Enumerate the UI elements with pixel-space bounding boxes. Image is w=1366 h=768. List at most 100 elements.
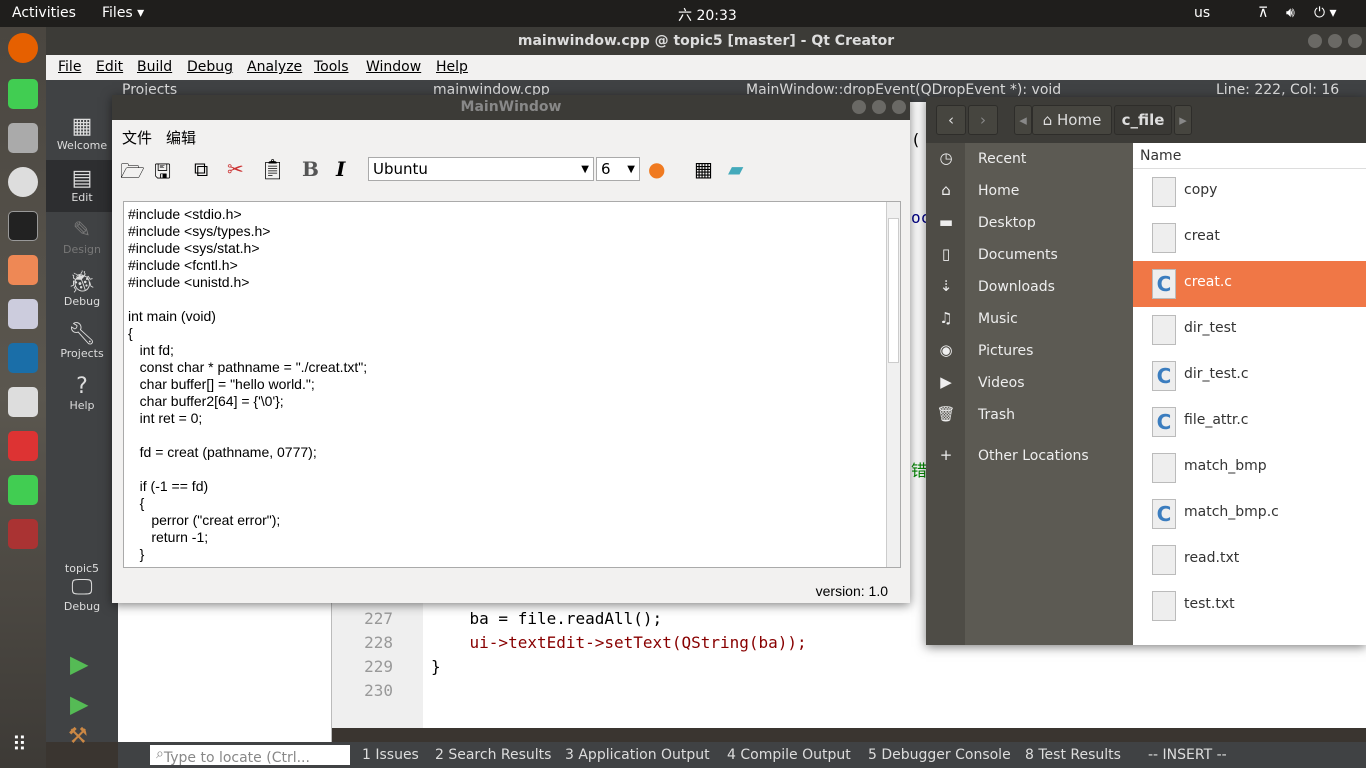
file-item[interactable]: match_bmp — [1133, 445, 1366, 491]
qt-icon[interactable] — [8, 475, 38, 505]
back-button[interactable]: ‹ — [936, 105, 966, 135]
app-icon[interactable] — [8, 387, 38, 417]
maximize-button[interactable] — [872, 100, 886, 114]
file-item[interactable]: Cfile_attr.c — [1133, 399, 1366, 445]
cut-icon[interactable]: ✂ — [227, 157, 244, 181]
minimize-button[interactable] — [1308, 34, 1322, 48]
save-icon[interactable]: 🖫 — [154, 157, 171, 191]
maximize-button[interactable] — [1328, 34, 1342, 48]
sidebar-item-trash[interactable]: 🗑︎ Trash — [926, 401, 1133, 431]
bold-icon[interactable]: B — [302, 157, 319, 181]
app-icon[interactable] — [8, 343, 38, 373]
power-icon[interactable]: ⏻ ▾ — [1314, 5, 1337, 21]
activities-button[interactable]: Activities — [12, 5, 76, 21]
table-icon[interactable]: ▦ — [694, 157, 713, 181]
sidebar-item-desktop[interactable]: ▬ Desktop — [926, 209, 1133, 239]
app-icon[interactable] — [8, 255, 38, 285]
menu-help[interactable]: Help — [436, 59, 468, 75]
close-button[interactable] — [892, 100, 906, 114]
mode-debug[interactable]: 🐞︎ Debug — [46, 264, 118, 316]
mode-edit[interactable]: ▤ Edit — [46, 160, 118, 212]
font-size-select[interactable]: 6 ▼ — [596, 157, 640, 181]
file-item[interactable]: Cdir_test.c — [1133, 353, 1366, 399]
path-right-button[interactable]: ▸ — [1174, 105, 1192, 135]
font-family-select[interactable]: Ubuntu ▼ — [368, 157, 594, 181]
scrollbar-thumb[interactable] — [888, 218, 899, 363]
paste-icon[interactable]: 📋︎ — [260, 157, 285, 181]
menu-edit[interactable]: Edit — [96, 59, 123, 75]
image-icon[interactable]: ▰ — [728, 157, 743, 181]
sidebar-item-music[interactable]: ♫ Music — [926, 305, 1133, 335]
minimize-button[interactable] — [852, 100, 866, 114]
sidebar-item-downloads[interactable]: ⇣ Downloads — [926, 273, 1133, 303]
menu-analyze[interactable]: Analyze — [247, 59, 302, 75]
sidebar-item-recent[interactable]: ◷ Recent — [926, 145, 1133, 175]
clock[interactable]: 六 20:33 — [678, 5, 737, 25]
kit-selector[interactable]: topic5 🖵 Debug — [46, 562, 118, 613]
mode-projects[interactable]: 🔧︎ Projects — [46, 316, 118, 368]
mode-design[interactable]: ✎ Design — [46, 212, 118, 264]
locator-input[interactable]: ⌕ Type to locate (Ctrl... — [150, 745, 350, 766]
terminal-icon[interactable] — [8, 211, 38, 241]
pane-search-results[interactable]: 2 Search Results — [435, 747, 551, 763]
color-palette-icon[interactable]: ● — [648, 157, 665, 181]
sidebar-item-videos[interactable]: ▶ Videos — [926, 369, 1133, 399]
sidebar-item-home[interactable]: ⌂ Home — [926, 177, 1133, 207]
mode-welcome[interactable]: ▦ Welcome — [46, 108, 118, 160]
open-icon[interactable]: 🗁 — [120, 157, 145, 191]
menu-file[interactable]: 文件 — [122, 127, 152, 148]
menu-debug[interactable]: Debug — [187, 59, 233, 75]
show-apps-icon[interactable]: ⠿ — [12, 732, 27, 756]
file-item[interactable]: Ccreat.c — [1133, 261, 1366, 307]
files-app-menu[interactable]: Files ▾ — [102, 5, 144, 21]
files-icon[interactable] — [8, 123, 38, 153]
sidebar-label: Home — [978, 183, 1020, 199]
italic-icon[interactable]: I — [336, 157, 345, 181]
build-hammer-icon[interactable]: ⚒ — [68, 724, 88, 749]
sidebar-item-pictures[interactable]: ◉ Pictures — [926, 337, 1133, 367]
file-item[interactable]: read.txt — [1133, 537, 1366, 583]
menu-build[interactable]: Build — [137, 59, 172, 75]
run-icon[interactable]: ▶ — [70, 650, 88, 678]
network-icon[interactable]: ⊼ — [1258, 5, 1268, 21]
pane-compile-output[interactable]: 4 Compile Output — [727, 747, 851, 763]
path-home[interactable]: ⌂ Home — [1032, 105, 1112, 135]
app-icon[interactable] — [8, 519, 38, 549]
file-name: file_attr.c — [1184, 412, 1249, 428]
pane-application-output[interactable]: 3 Application Output — [565, 747, 710, 763]
close-button[interactable] — [1348, 34, 1362, 48]
firefox-icon[interactable] — [8, 33, 38, 63]
file-item[interactable]: Cmatch_bmp.c — [1133, 491, 1366, 537]
file-item[interactable]: dir_test — [1133, 307, 1366, 353]
sidebar-item-documents[interactable]: ▯ Documents — [926, 241, 1133, 271]
text-edit[interactable]: #include <stdio.h> #include <sys/types.h>… — [123, 201, 901, 568]
app-icon[interactable] — [8, 431, 38, 461]
pane-issues[interactable]: 1 Issues — [362, 747, 419, 763]
menu-window[interactable]: Window — [366, 59, 421, 75]
forward-button[interactable]: › — [968, 105, 998, 135]
app-icon[interactable] — [8, 299, 38, 329]
text-file-icon — [1152, 545, 1176, 575]
mode-help[interactable]: ? Help — [46, 368, 118, 420]
pane-debugger-console[interactable]: 5 Debugger Console — [868, 747, 1011, 763]
keyboard-layout[interactable]: us — [1194, 5, 1210, 21]
path-left-button[interactable]: ◂ — [1014, 105, 1032, 135]
file-item[interactable]: test.txt — [1133, 583, 1366, 629]
pane-test-results[interactable]: 8 Test Results — [1025, 747, 1121, 763]
menu-tools[interactable]: Tools — [314, 59, 349, 75]
sidebar-item-other-locations[interactable]: + Other Locations — [926, 442, 1133, 472]
menu-edit[interactable]: 编辑 — [166, 127, 196, 148]
file-item[interactable]: copy — [1133, 169, 1366, 215]
vertical-scrollbar[interactable] — [886, 202, 900, 567]
copy-icon[interactable]: ⧉ — [194, 157, 208, 181]
name-column-header[interactable]: Name — [1133, 143, 1366, 169]
qt-creator-icon[interactable] — [8, 79, 38, 109]
file-item[interactable]: creat — [1133, 215, 1366, 261]
debug-run-icon[interactable]: ▶ — [70, 690, 88, 718]
menu-file[interactable]: File — [58, 59, 81, 75]
mode-label: Debug — [63, 295, 101, 308]
cursor-position[interactable]: Line: 222, Col: 16 — [1216, 82, 1339, 98]
rhythmbox-icon[interactable] — [8, 167, 38, 197]
volume-icon[interactable]: 🔊︎ — [1286, 5, 1295, 21]
path-c-file[interactable]: c_file — [1114, 105, 1172, 135]
